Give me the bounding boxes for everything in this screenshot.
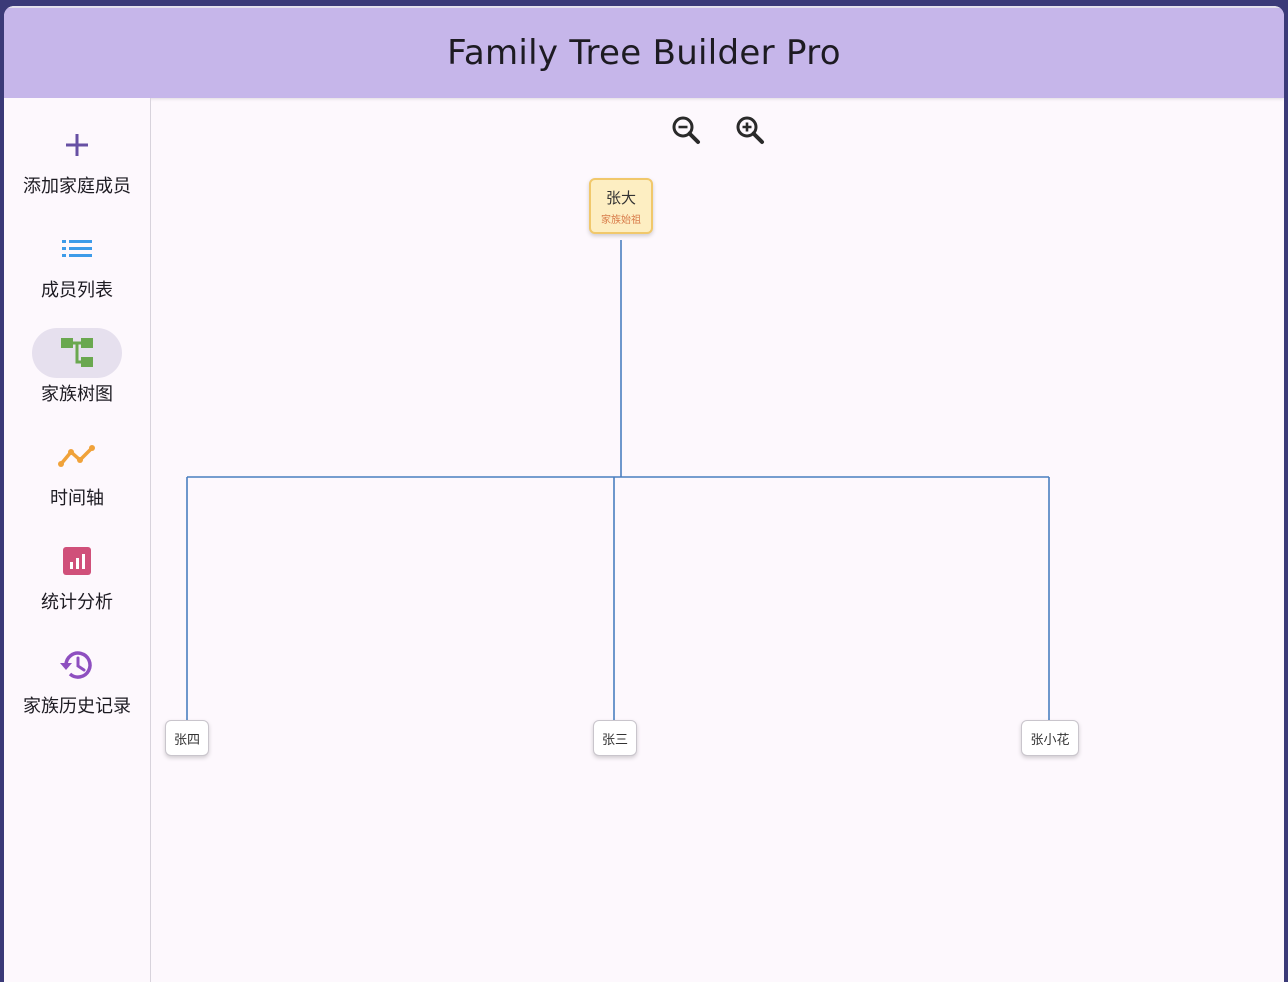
nav-label: 成员列表 [41, 280, 113, 301]
nav-label: 家族历史记录 [23, 696, 131, 717]
family-tree-canvas[interactable]: 张大 家族始祖 张四 张三 张小花 [151, 98, 1284, 982]
tree-node-child[interactable]: 张三 [593, 720, 637, 756]
node-name: 张三 [601, 732, 628, 748]
node-name: 张四 [173, 732, 200, 748]
tree-connector-lines [186, 240, 1050, 720]
tree-node-child[interactable]: 张小花 [1021, 720, 1079, 756]
list-icon [62, 240, 92, 257]
nav-label: 家族树图 [41, 384, 113, 405]
nav-item-statistics[interactable]: 统计分析 [4, 524, 150, 620]
app-bar: Family Tree Builder Pro [4, 8, 1284, 98]
nav-item-add-member[interactable]: 添加家庭成员 [4, 108, 150, 204]
account-tree-icon [61, 338, 93, 367]
history-icon [60, 651, 92, 679]
nav-item-member-list[interactable]: 成员列表 [4, 212, 150, 308]
node-tag: 家族始祖 [601, 214, 641, 226]
bar-chart-icon [63, 547, 91, 575]
tree-node-child[interactable]: 张四 [165, 720, 209, 756]
navigation-rail: 添加家庭成员 成员列表 家族树图 时间轴 统计分析 家族历史记录 [4, 98, 151, 982]
nav-item-family-tree[interactable]: 家族树图 [4, 316, 150, 412]
node-name: 张小花 [1030, 732, 1070, 748]
nav-item-family-history[interactable]: 家族历史记录 [4, 628, 150, 724]
add-icon [66, 134, 88, 156]
selected-indicator [32, 328, 122, 378]
nav-item-timeline[interactable]: 时间轴 [4, 420, 150, 516]
app-title: Family Tree Builder Pro [447, 33, 841, 73]
nav-label: 添加家庭成员 [23, 176, 131, 197]
nav-label: 统计分析 [41, 592, 113, 613]
nav-label: 时间轴 [50, 488, 104, 509]
timeline-icon [58, 445, 95, 467]
node-name: 张大 [605, 188, 636, 207]
tree-node-root[interactable]: 张大 家族始祖 [589, 178, 653, 234]
app-window: Family Tree Builder Pro 添加家庭成员 成员列表 家族树图… [4, 6, 1284, 982]
